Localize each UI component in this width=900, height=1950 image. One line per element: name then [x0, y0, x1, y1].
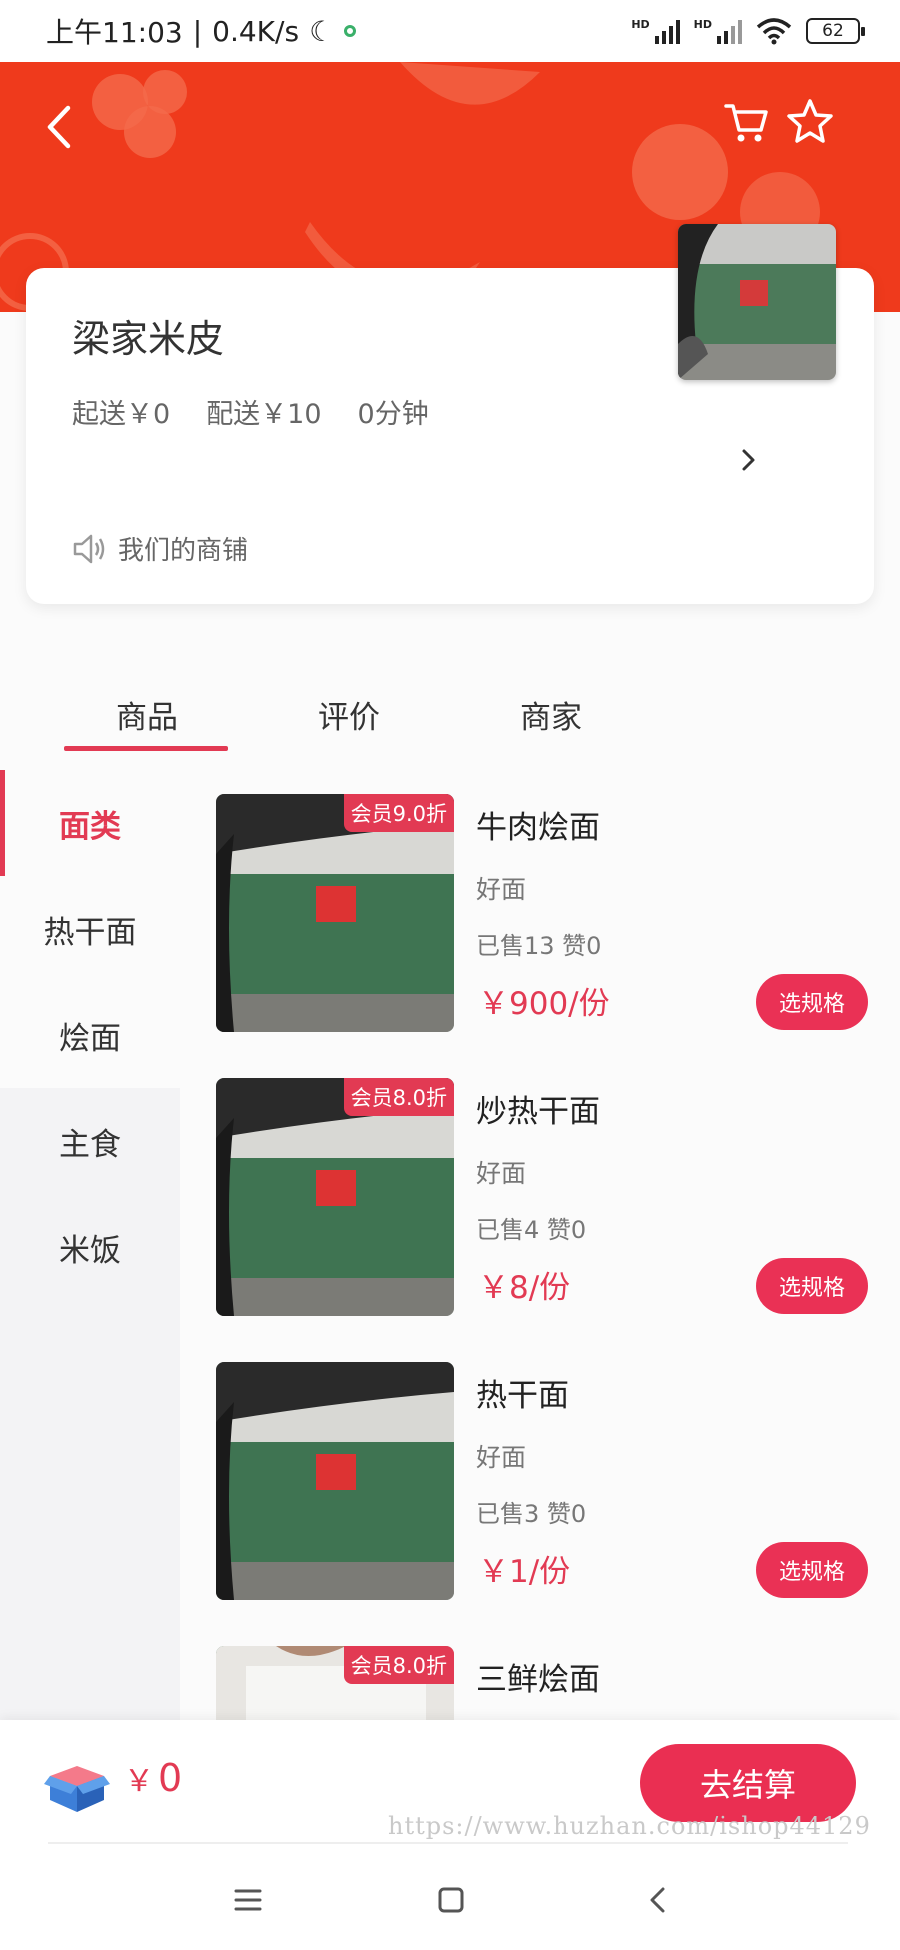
product-sold: 已售3 赞0 [476, 1500, 587, 1528]
category-sidebar: 面类 热干面 烩面 主食 米饭 [0, 770, 180, 1720]
product-item[interactable]: 会员8.0折 炒热干面 好面 已售4 赞0 ￥8/份 选规格 [216, 1078, 876, 1318]
cart-icon[interactable] [720, 96, 772, 148]
category-item-reganmian[interactable]: 热干面 [0, 876, 180, 982]
battery-icon: 62 [806, 18, 865, 44]
back-nav-icon[interactable] [638, 1880, 678, 1920]
tab-bar: 商品 评价 商家 [0, 680, 900, 752]
discount-badge: 会员8.0折 [343, 1078, 454, 1116]
chevron-right-icon[interactable] [736, 448, 760, 472]
app-dot-icon [344, 25, 357, 37]
product-image: 会员8.0折 [216, 1078, 454, 1316]
system-nav-bar [0, 1848, 900, 1950]
product-sold: 已售4 赞0 [476, 1216, 587, 1244]
select-spec-button[interactable]: 选规格 [756, 1258, 868, 1314]
min-order: 起送￥0 [72, 399, 171, 430]
product-price: ￥900/份 [478, 986, 610, 1022]
product-name: 三鲜烩面 [476, 1662, 600, 1698]
shop-logo-image [678, 224, 836, 380]
discount-badge: 会员8.0折 [343, 1646, 454, 1684]
category-active-bar [0, 770, 5, 876]
category-item-staple[interactable]: 主食 [0, 1088, 180, 1194]
checkout-button[interactable]: 去结算 [640, 1744, 856, 1822]
signal-icon-2: HD [694, 18, 742, 44]
product-desc: 好面 [476, 1159, 527, 1188]
product-image: 会员9.0折 [216, 794, 454, 1032]
notice-text: 我们的商铺 [118, 536, 249, 566]
home-icon[interactable] [431, 1880, 471, 1920]
tab-goods[interactable]: 商品 [116, 692, 178, 737]
status-bar: 上午11:03 | 0.4K/s ☾ HD HD 62 [0, 0, 900, 62]
back-button[interactable] [40, 102, 80, 152]
product-price: ￥1/份 [478, 1554, 571, 1590]
discount-badge: 会员9.0折 [343, 794, 454, 832]
battery-level: 62 [822, 21, 844, 41]
tab-active-indicator [64, 746, 228, 751]
shop-name: 梁家米皮 [72, 317, 225, 361]
product-price: ￥8/份 [478, 1270, 571, 1306]
product-item[interactable]: 会员8.0折 三鲜烩面 [216, 1646, 876, 1720]
shop-meta: 起送￥0 配送￥10 0分钟 [72, 392, 429, 431]
moon-icon: ☾ [309, 14, 335, 48]
wifi-icon [756, 18, 792, 45]
divider [48, 1842, 848, 1844]
cart-total-value: 0 [158, 1756, 183, 1800]
menu-icon[interactable] [228, 1880, 268, 1920]
product-name: 热干面 [476, 1378, 569, 1414]
category-item-rice[interactable]: 米饭 [0, 1194, 180, 1300]
cart-total: ￥ 0 [124, 1756, 182, 1800]
product-desc: 好面 [476, 1443, 527, 1472]
product-sold: 已售13 赞0 [476, 932, 602, 960]
star-icon[interactable] [784, 96, 836, 148]
status-net-speed: 0.4K/s [212, 14, 300, 48]
speaker-icon [73, 534, 105, 563]
product-item[interactable]: 热干面 好面 已售3 赞0 ￥1/份 选规格 [216, 1362, 876, 1602]
tab-reviews[interactable]: 评价 [318, 692, 380, 737]
shop-notice: 我们的商铺 [72, 530, 248, 567]
status-time: 上午11:03 [46, 16, 183, 49]
signal-icon: HD [631, 18, 680, 44]
category-item-huimian[interactable]: 烩面 [0, 982, 180, 1088]
product-desc: 好面 [476, 875, 527, 904]
watermark-text: https://www.huzhan.com/ishop44129 [388, 1812, 871, 1840]
product-image: 会员8.0折 [216, 1646, 454, 1720]
product-item[interactable]: 会员9.0折 牛肉烩面 好面 已售13 赞0 ￥900/份 选规格 [216, 794, 876, 1034]
cart-currency: ￥ [124, 1764, 154, 1799]
select-spec-button[interactable]: 选规格 [756, 974, 868, 1030]
box-icon[interactable] [44, 1758, 110, 1814]
shop-page: 上午11:03 | 0.4K/s ☾ HD HD 62 梁家米皮 起送￥0 配送… [0, 0, 900, 1950]
product-name: 牛肉烩面 [476, 810, 600, 846]
cart-bar: ￥ 0 去结算 https://www.huzhan.com/ishop4412… [0, 1720, 900, 1848]
product-name: 炒热干面 [476, 1094, 600, 1130]
delivery-fee: 配送￥10 [206, 399, 322, 430]
select-spec-button[interactable]: 选规格 [756, 1542, 868, 1598]
product-image [216, 1362, 454, 1600]
tab-merchant[interactable]: 商家 [520, 692, 582, 737]
category-item-noodles[interactable]: 面类 [0, 770, 180, 876]
delivery-time: 0分钟 [357, 399, 429, 430]
